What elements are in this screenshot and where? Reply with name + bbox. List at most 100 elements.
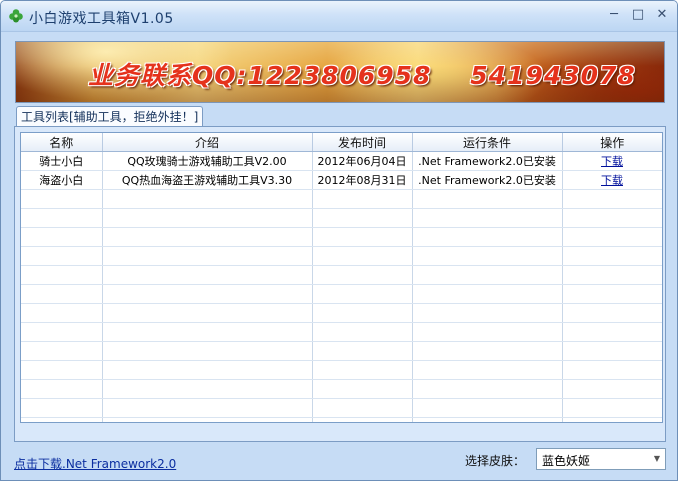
column-header-date[interactable]: 发布时间	[312, 133, 413, 152]
empty-row	[21, 227, 662, 247]
clover-icon	[9, 9, 23, 23]
app-window: 小白游戏工具箱V1.05 ─ □ ✕ 业务联系QQ:1223806958 541…	[0, 0, 678, 481]
triangle-down-icon[interactable]: ▼	[649, 449, 665, 469]
empty-row	[21, 341, 662, 361]
empty-cell	[412, 360, 563, 380]
empty-row	[21, 284, 662, 304]
empty-cell	[102, 265, 313, 285]
empty-cell	[21, 189, 103, 209]
empty-row	[21, 265, 662, 285]
empty-cell	[312, 189, 413, 209]
download-link[interactable]: 下载	[601, 155, 623, 168]
banner: 业务联系QQ:1223806958 541943078	[15, 41, 665, 103]
download-netframework-link[interactable]: 点击下载.Net Framework2.0	[14, 455, 176, 472]
empty-cell	[102, 398, 313, 418]
empty-cell	[412, 227, 563, 247]
banner-contact-text: 业务联系QQ:1223806958 541943078	[88, 61, 636, 90]
empty-cell	[412, 379, 563, 399]
cell-date: 2012年06月04日	[312, 151, 413, 171]
window-title: 小白游戏工具箱V1.05	[29, 11, 174, 27]
empty-row	[21, 208, 662, 228]
empty-cell	[21, 379, 103, 399]
empty-cell	[21, 341, 103, 361]
empty-cell	[102, 303, 313, 323]
empty-cell	[21, 322, 103, 342]
table-row[interactable]: 海盗小白 QQ热血海盗王游戏辅助工具V3.30 2012年08月31日 .Net…	[21, 170, 662, 190]
empty-cell	[102, 379, 313, 399]
empty-cell	[21, 303, 103, 323]
empty-row	[21, 379, 662, 399]
empty-cell	[562, 284, 662, 304]
empty-cell	[412, 322, 563, 342]
column-header-name[interactable]: 名称	[21, 133, 103, 152]
empty-cell	[412, 303, 563, 323]
title-bar[interactable]: 小白游戏工具箱V1.05 ─ □ ✕	[1, 1, 677, 32]
empty-cell	[312, 398, 413, 418]
skin-select[interactable]: 蓝色妖姬 ▼	[536, 448, 666, 470]
empty-cell	[412, 398, 563, 418]
cell-req: .Net Framework2.0已安装	[412, 151, 563, 171]
close-button[interactable]: ✕	[653, 7, 671, 23]
empty-cell	[312, 246, 413, 266]
maximize-button[interactable]: □	[629, 7, 647, 23]
empty-cell	[21, 246, 103, 266]
empty-cell	[412, 417, 563, 422]
empty-cell	[312, 417, 413, 422]
empty-cell	[562, 417, 662, 422]
table-header-row: 名称 介绍 发布时间 运行条件 操作	[21, 133, 662, 152]
empty-cell	[412, 189, 563, 209]
empty-cell	[102, 284, 313, 304]
empty-cell	[562, 246, 662, 266]
empty-cell	[312, 208, 413, 228]
table-row[interactable]: 骑士小白 QQ玫瑰骑士游戏辅助工具V2.00 2012年06月04日 .Net …	[21, 151, 662, 171]
empty-row	[21, 398, 662, 418]
cell-req: .Net Framework2.0已安装	[412, 170, 563, 190]
cell-date: 2012年08月31日	[312, 170, 413, 190]
empty-cell	[102, 189, 313, 209]
column-header-action[interactable]: 操作	[562, 133, 662, 152]
empty-cell	[312, 284, 413, 304]
empty-cell	[412, 284, 563, 304]
cell-desc: QQ热血海盗王游戏辅助工具V3.30	[102, 170, 313, 190]
cell-action: 下载	[562, 151, 662, 171]
empty-cell	[412, 208, 563, 228]
empty-row	[21, 417, 662, 422]
cell-name: 骑士小白	[21, 151, 103, 171]
empty-cell	[562, 303, 662, 323]
empty-cell	[312, 265, 413, 285]
empty-cell	[562, 189, 662, 209]
empty-cell	[102, 208, 313, 228]
tool-table: 名称 介绍 发布时间 运行条件 操作 骑士小白 QQ玫瑰骑士游戏辅助工具V2.0…	[21, 133, 662, 422]
minimize-button[interactable]: ─	[605, 7, 623, 23]
skin-selected-value: 蓝色妖姬	[542, 454, 591, 468]
column-header-req[interactable]: 运行条件	[412, 133, 563, 152]
empty-cell	[562, 360, 662, 380]
empty-cell	[562, 398, 662, 418]
empty-cell	[312, 360, 413, 380]
cell-desc: QQ玫瑰骑士游戏辅助工具V2.00	[102, 151, 313, 171]
empty-cell	[562, 265, 662, 285]
cell-name: 海盗小白	[21, 170, 103, 190]
empty-cell	[562, 341, 662, 361]
empty-cell	[102, 246, 313, 266]
empty-cell	[562, 208, 662, 228]
empty-cell	[312, 303, 413, 323]
tab-tool-list[interactable]: 工具列表[辅助工具，拒绝外挂！]	[16, 106, 204, 127]
empty-cell	[412, 246, 563, 266]
empty-cell	[312, 379, 413, 399]
empty-row	[21, 322, 662, 342]
empty-cell	[21, 265, 103, 285]
column-header-desc[interactable]: 介绍	[102, 133, 313, 152]
empty-cell	[21, 360, 103, 380]
empty-cell	[102, 360, 313, 380]
empty-cell	[312, 341, 413, 361]
tab-panel: 名称 介绍 发布时间 运行条件 操作 骑士小白 QQ玫瑰骑士游戏辅助工具V2.0…	[14, 126, 666, 442]
empty-cell	[412, 265, 563, 285]
empty-cell	[21, 417, 103, 422]
empty-cell	[102, 227, 313, 247]
empty-cell	[21, 398, 103, 418]
download-link[interactable]: 下载	[601, 174, 623, 187]
empty-cell	[312, 227, 413, 247]
cell-action: 下载	[562, 170, 662, 190]
tool-grid[interactable]: 名称 介绍 发布时间 运行条件 操作 骑士小白 QQ玫瑰骑士游戏辅助工具V2.0…	[20, 132, 663, 423]
